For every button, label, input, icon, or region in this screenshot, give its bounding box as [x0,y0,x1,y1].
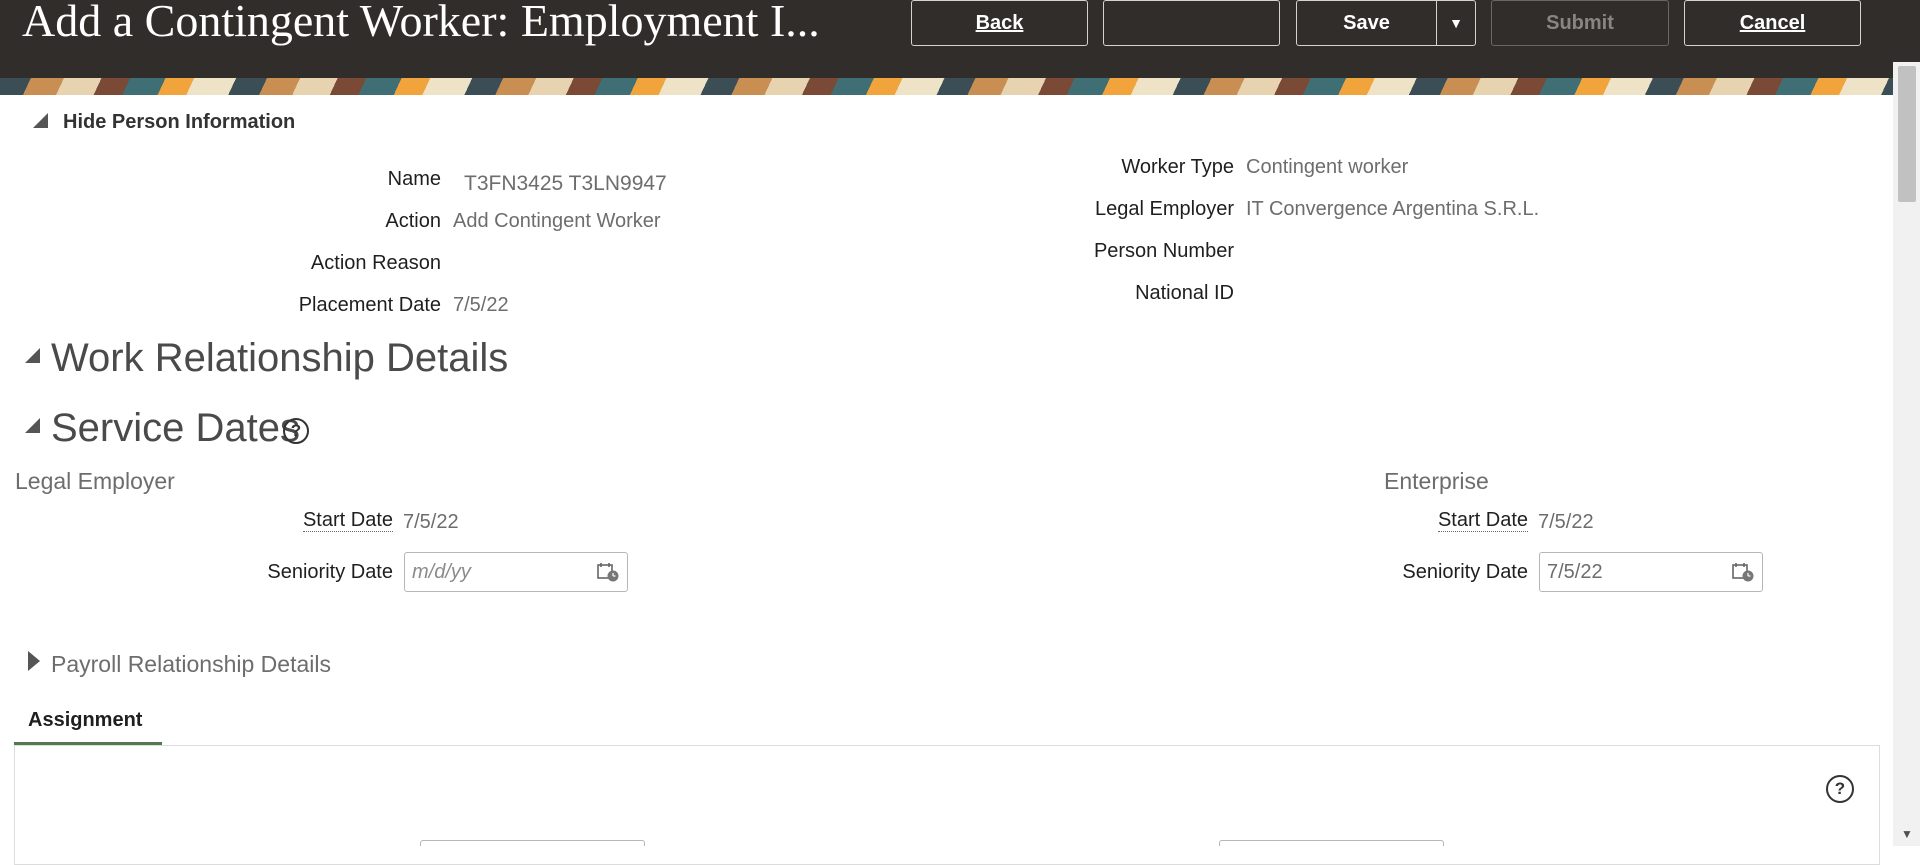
scrollbar-thumb[interactable] [1898,66,1916,202]
ent-start-date-label: Start Date [1437,509,1528,532]
save-button-group[interactable]: Save ▼ [1296,0,1476,46]
work-relationship-details-heading[interactable]: Work Relationship Details [51,336,508,381]
assignment-panel [14,745,1880,865]
le-seniority-date-input[interactable]: m/d/yy [404,552,628,592]
payroll-relationship-details-link[interactable]: Payroll Relationship Details [51,651,331,678]
worker-type-label: Worker Type [1121,156,1234,178]
name-label: Name [387,168,441,190]
enterprise-heading: Enterprise [1384,468,1489,494]
legal-employer-label: Legal Employer [1095,198,1234,220]
le-seniority-date-label: Seniority Date [267,561,393,583]
ent-start-date-value: 7/5/22 [1538,511,1594,533]
ent-seniority-date-value: 7/5/22 [1547,560,1603,583]
calendar-icon[interactable] [1732,562,1754,582]
scroll-down-arrow-icon[interactable]: ▼ [1898,826,1916,842]
blank-button[interactable] [1103,0,1280,46]
action-label: Action [385,210,441,232]
assignment-field-input[interactable] [1219,840,1444,846]
tab-assignment[interactable]: Assignment [28,709,142,732]
action-value: Add Contingent Worker [453,210,661,232]
cancel-button-label: Cancel [1739,11,1806,34]
placement-date-label: Placement Date [298,294,441,316]
le-start-date-label-wrap: Start Date [150,509,393,532]
national-id-label: National ID [1135,282,1234,304]
page-header: Add a Contingent Worker: Employment I...… [0,0,1920,78]
worker-type-value: Contingent worker [1246,156,1409,178]
decorative-banner [0,78,1893,95]
service-dates-collapse-icon[interactable] [25,418,40,433]
save-button[interactable]: Save [1297,1,1437,45]
le-start-date-label: Start Date [302,509,393,532]
person-number-label: Person Number [1093,240,1234,262]
ent-start-date-label-wrap: Start Date [1285,509,1528,532]
work-relationship-collapse-icon[interactable] [25,348,40,363]
expand-triangle-icon[interactable] [28,651,40,671]
assignment-help-icon[interactable]: ? [1826,775,1854,803]
collapse-triangle-icon[interactable] [33,113,48,128]
service-dates-heading[interactable]: Service Dates [51,406,300,451]
hide-person-information-link[interactable]: Hide Person Information [63,111,295,134]
legal-employer-heading: Legal Employer [15,468,175,494]
ent-seniority-date-input[interactable]: 7/5/22 [1539,552,1763,592]
page-title: Add a Contingent Worker: Employment I... [22,0,820,46]
calendar-icon[interactable] [597,562,619,582]
submit-button[interactable]: Submit [1491,0,1669,46]
name-value: T3FN3425 T3LN9947 [464,172,667,195]
ent-seniority-date-label: Seniority Date [1402,561,1528,583]
assignment-field-input[interactable] [420,840,645,846]
le-start-date-value: 7/5/22 [403,511,459,533]
service-dates-help-icon[interactable]: ? [283,418,309,444]
legal-employer-value: IT Convergence Argentina S.R.L. [1246,198,1540,220]
placement-date-value: 7/5/22 [453,294,509,316]
save-menu-chevron-down-icon[interactable]: ▼ [1437,1,1475,45]
le-seniority-date-placeholder: m/d/yy [412,560,471,583]
action-reason-label: Action Reason [310,252,441,274]
back-button-label: Back [975,11,1024,34]
back-button[interactable]: Back [911,0,1088,46]
cancel-button[interactable]: Cancel [1684,0,1861,46]
